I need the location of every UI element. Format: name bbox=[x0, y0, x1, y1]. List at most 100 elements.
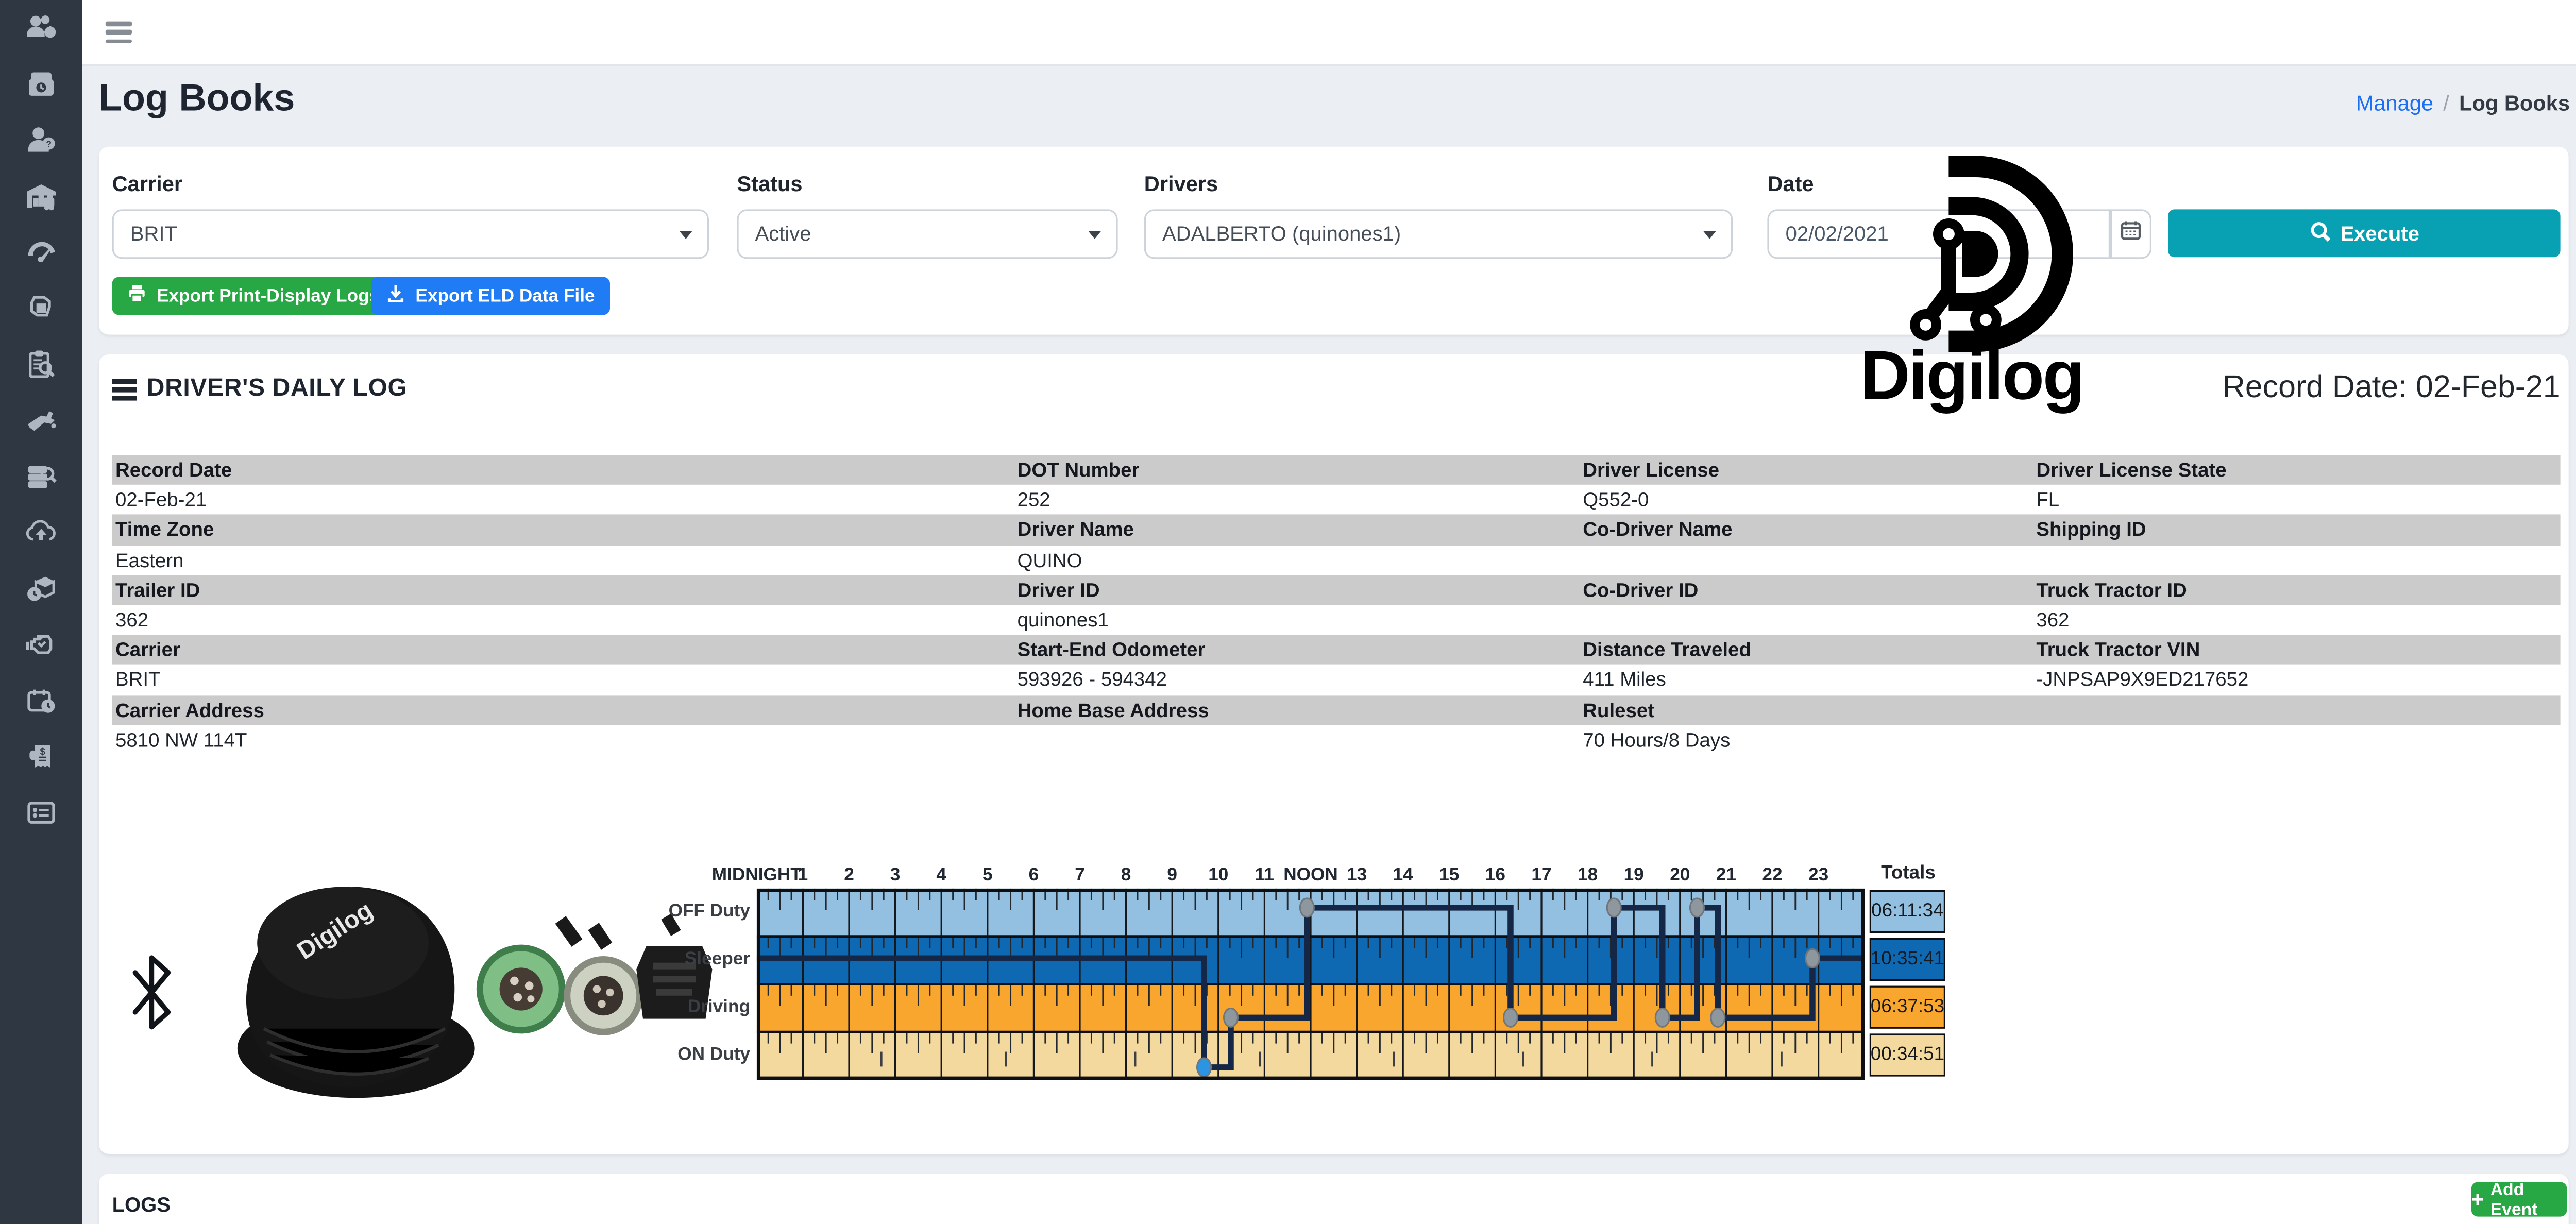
hour-label: 11 bbox=[1255, 865, 1274, 885]
logbook-list-icon bbox=[23, 795, 59, 837]
export-eld-data-file-button[interactable]: Export ELD Data File bbox=[371, 277, 609, 315]
table-cell: Driver Name bbox=[1014, 515, 1580, 545]
svg-text:$: $ bbox=[40, 745, 45, 756]
daily-log-title: DRIVER'S DAILY LOG bbox=[147, 374, 408, 402]
table-cell bbox=[2033, 725, 2561, 755]
table-row: Record DateDOT NumberDriver LicenseDrive… bbox=[112, 455, 2561, 485]
sidebar-item-team-settings[interactable] bbox=[20, 13, 62, 49]
duty-grid bbox=[757, 889, 1865, 1080]
table-cell: DOT Number bbox=[1014, 455, 1580, 485]
duty-total-box: 06:37:53 bbox=[1870, 985, 1945, 1028]
engine-diagnostics-icon bbox=[23, 627, 59, 669]
app-screen: ? $ Log Books Manage/Log Books Carrier B… bbox=[0, 0, 2576, 1224]
export-print-display-logs-button[interactable]: Export Print-Display Logs bbox=[112, 277, 394, 315]
hour-label: 1 bbox=[798, 865, 808, 885]
sidebar-item-cloud-sync[interactable] bbox=[20, 518, 62, 554]
table-cell: Q552-0 bbox=[1580, 485, 2033, 515]
fleet-warehouse-icon bbox=[23, 179, 59, 220]
sidebar-item-inspection-report[interactable] bbox=[20, 349, 62, 385]
hour-label: 16 bbox=[1485, 865, 1505, 885]
sidebar-item-dashboard-gauge[interactable] bbox=[20, 237, 62, 274]
top-bar bbox=[82, 0, 2576, 66]
table-cell: Carrier bbox=[112, 635, 1014, 665]
fuel-purchase-icon bbox=[23, 403, 59, 444]
sidebar-item-time-clock[interactable] bbox=[20, 69, 62, 105]
table-cell: Start-End Odometer bbox=[1014, 635, 1580, 665]
sidebar-item-fuel-purchase[interactable] bbox=[20, 405, 62, 441]
section-menu-icon[interactable] bbox=[112, 379, 137, 405]
table-cell: Driver License bbox=[1580, 455, 2033, 485]
table-cell: BRIT bbox=[112, 665, 1014, 695]
date-input[interactable]: 02/02/2021 bbox=[1767, 209, 2110, 259]
hour-label: 2 bbox=[844, 865, 854, 885]
sidebar-item-shipment-hours[interactable] bbox=[20, 574, 62, 610]
hour-label: 19 bbox=[1624, 865, 1644, 885]
duty-row-label: Driving bbox=[635, 997, 750, 1017]
hour-label: 15 bbox=[1439, 865, 1459, 885]
sidebar-item-billing-invoice[interactable]: $ bbox=[20, 742, 62, 778]
menu-toggle-button[interactable] bbox=[106, 22, 132, 44]
shipment-hours-icon bbox=[23, 571, 59, 613]
sidebar-item-driver-support[interactable]: ? bbox=[20, 125, 62, 161]
table-cell bbox=[1580, 605, 2033, 635]
table-cell: Carrier Address bbox=[112, 695, 1014, 725]
hour-label: 14 bbox=[1393, 865, 1413, 885]
table-cell: Truck Tractor ID bbox=[2033, 575, 2561, 605]
hamburger-icon bbox=[106, 22, 132, 44]
breadcrumb-manage-link[interactable]: Manage bbox=[2356, 91, 2433, 115]
hour-label: MIDNIGHT bbox=[712, 865, 802, 885]
duty-row-label: ON Duty bbox=[635, 1045, 750, 1065]
breadcrumb: Manage/Log Books bbox=[2356, 91, 2570, 115]
calendar-icon bbox=[2120, 219, 2142, 249]
cloud-sync-icon bbox=[23, 515, 59, 556]
sidebar-item-fleet-warehouse[interactable] bbox=[20, 181, 62, 217]
table-row: Time ZoneDriver NameCo-Driver NameShippi… bbox=[112, 515, 2561, 545]
date-picker-button[interactable] bbox=[2110, 209, 2151, 259]
table-row: 5810 NW 114T70 Hours/8 Days bbox=[112, 725, 2561, 755]
status-label: Status bbox=[737, 172, 802, 196]
table-cell: quinones1 bbox=[1014, 605, 1580, 635]
status-select[interactable]: Active bbox=[737, 209, 1117, 259]
page-title: Log Books bbox=[99, 76, 295, 120]
execute-button[interactable]: Execute bbox=[2168, 209, 2561, 257]
table-cell: Driver License State bbox=[2033, 455, 2561, 485]
table-row: Trailer IDDriver IDCo-Driver IDTruck Tra… bbox=[112, 575, 2561, 605]
daily-log-card: DRIVER'S DAILY LOG Record Date: 02-Feb-2… bbox=[99, 354, 2569, 1154]
logs-card: LOGS + Add Event bbox=[99, 1174, 2569, 1224]
eld-device-photo: Digilog bbox=[99, 871, 709, 1101]
sidebar-item-schedule-clock[interactable] bbox=[20, 686, 62, 722]
hour-label: 20 bbox=[1670, 865, 1690, 885]
carrier-select[interactable]: BRIT bbox=[112, 209, 709, 259]
duty-total-box: 10:35:41 bbox=[1870, 937, 1945, 980]
table-cell: Driver ID bbox=[1014, 575, 1580, 605]
totals-header: Totals bbox=[1870, 864, 1947, 883]
table-cell: Ruleset bbox=[1580, 695, 2033, 725]
export-print-label: Export Print-Display Logs bbox=[157, 286, 379, 305]
hour-label: 9 bbox=[1167, 865, 1177, 885]
sidebar-item-engine-diagnostics[interactable] bbox=[20, 630, 62, 666]
table-cell: 70 Hours/8 Days bbox=[1580, 725, 2033, 755]
duty-total-box: 00:34:51 bbox=[1870, 1033, 1945, 1076]
table-cell: Co-Driver ID bbox=[1580, 575, 2033, 605]
table-cell: Truck Tractor VIN bbox=[2033, 635, 2561, 665]
chart-time-axis: MIDNIGHT1234567891011NOON131415161718192… bbox=[757, 865, 1865, 887]
table-cell: 362 bbox=[112, 605, 1014, 635]
table-cell: FL bbox=[2033, 485, 2561, 515]
hour-label: 7 bbox=[1075, 865, 1085, 885]
table-cell: Distance Traveled bbox=[1580, 635, 2033, 665]
sidebar-item-log-audit[interactable] bbox=[20, 462, 62, 498]
carrier-value: BRIT bbox=[130, 223, 177, 246]
table-cell: 362 bbox=[2033, 605, 2561, 635]
time-clock-icon bbox=[23, 67, 59, 108]
table-row: Carrier AddressHome Base AddressRuleset bbox=[112, 695, 2561, 725]
drivers-select[interactable]: ADALBERTO (quinones1) bbox=[1144, 209, 1733, 259]
sidebar-item-logbook-list[interactable] bbox=[20, 798, 62, 834]
add-event-button[interactable]: + Add Event bbox=[2471, 1182, 2567, 1216]
table-cell: 02-Feb-21 bbox=[112, 485, 1014, 515]
table-row: 02-Feb-21252Q552-0FL bbox=[112, 485, 2561, 515]
printer-icon bbox=[127, 283, 146, 308]
hour-label: 17 bbox=[1531, 865, 1551, 885]
table-cell: Home Base Address bbox=[1014, 695, 1580, 725]
sidebar-item-eld-device[interactable] bbox=[20, 294, 62, 330]
svg-text:?: ? bbox=[46, 138, 52, 148]
